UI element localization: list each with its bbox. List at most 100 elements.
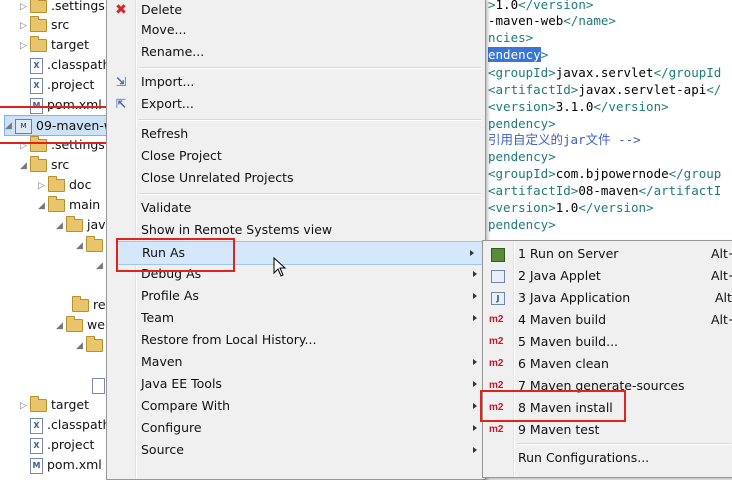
run-as-item-6-maven-clean[interactable]: m2 6 Maven clean [483, 353, 732, 375]
run-as-item-1-run-on-server[interactable]: 1 Run on Server Alt+ [483, 243, 732, 265]
highlight-box-run-as [116, 238, 235, 272]
project-explorer: ▷ .settings ▷ src ▷ target X .classpath X .pr… [0, 0, 110, 476]
menu-separator [139, 193, 481, 195]
xml-file-icon: X [30, 437, 43, 454]
code-line: <groupId>javax.servlet</groupId [488, 64, 721, 81]
menu-item-rename[interactable]: Rename... [107, 41, 485, 63]
run-as-item-9-maven-test[interactable]: m2 9 Maven test [483, 419, 732, 441]
expand-arrow-icon[interactable]: ▷ [20, 36, 30, 56]
run-as-item-3-java-application[interactable]: J 3 Java Application Alt [483, 287, 732, 309]
tree-item-project-2[interactable]: X .project [30, 435, 94, 455]
menu-separator [139, 119, 481, 121]
tree-item-settings[interactable]: ▷ .settings [20, 0, 105, 16]
code-token: 3.1.0 [555, 99, 594, 114]
menu-item-configure[interactable]: Configure [107, 417, 485, 439]
maven-m2-icon: m2 [489, 336, 504, 347]
menu-item-profile-as[interactable]: Profile As [107, 285, 485, 307]
run-as-item-5-maven-build[interactable]: m2 5 Maven build... [483, 331, 732, 353]
tree-item-project[interactable]: X .project [30, 75, 94, 95]
code-token: > [540, 47, 549, 62]
tree-item-main[interactable]: ◢ main [38, 195, 100, 215]
folder-icon [30, 0, 47, 13]
menu-item-compare-with[interactable]: Compare With [107, 395, 485, 417]
code-line: endency> [488, 46, 548, 63]
collapse-arrow-icon[interactable]: ◢ [56, 316, 66, 336]
run-as-item-2-java-applet[interactable]: 2 Java Applet Alt+ [483, 265, 732, 287]
tree-item-target[interactable]: ▷ target [20, 35, 89, 55]
code-line: <artifactId>08-maven</artifactI [488, 182, 721, 199]
menu-item-label: Refresh [141, 126, 189, 141]
java-application-icon: J [491, 292, 505, 305]
tree-item-classpath[interactable]: X .classpath [30, 55, 110, 75]
menu-separator [139, 67, 481, 69]
menu-item-team[interactable]: Team [107, 307, 485, 329]
menu-item-close-unrelated-projects[interactable]: Close Unrelated Projects [107, 167, 485, 189]
code-token: </version> [578, 200, 654, 215]
collapse-arrow-icon[interactable]: ◢ [76, 236, 86, 256]
menu-item-label: Close Project [141, 148, 222, 163]
highlight-box-maven-install [480, 390, 626, 422]
menu-item-close-project[interactable]: Close Project [107, 145, 485, 167]
tree-item-package[interactable]: ◢ [76, 235, 107, 255]
run-as-item-run-configurations[interactable]: Run Configurations... [483, 447, 732, 469]
mouse-cursor-icon [273, 257, 287, 277]
menu-item-restore-from-local-history[interactable]: Restore from Local History... [107, 329, 485, 351]
collapse-arrow-icon[interactable]: ◢ [38, 196, 48, 216]
menu-item-label: Compare With [141, 398, 231, 413]
menu-item-label: Java EE Tools [141, 376, 222, 391]
tree-item-src[interactable]: ▷ src [20, 15, 69, 35]
maven-m2-icon: m2 [489, 424, 504, 435]
code-line: -maven-web</name> [488, 12, 616, 29]
folder-icon [86, 336, 103, 352]
tree-item-webinf[interactable]: ◢ [76, 335, 107, 355]
run-as-item-label: Run Configurations... [518, 450, 650, 465]
code-token: </version> [518, 0, 594, 12]
code-line: pendency> [488, 216, 556, 233]
code-token: </groupId [653, 65, 722, 80]
tree-item-pom-2[interactable]: Mpom.xml [30, 455, 102, 475]
folder-icon [30, 156, 47, 172]
collapse-arrow-icon[interactable]: ◢ [56, 216, 66, 236]
menu-item-move[interactable]: Move... [107, 19, 485, 41]
code-token: <version> [488, 99, 556, 114]
menu-item-delete[interactable]: ✖ Delete [107, 0, 485, 21]
collapse-arrow-icon[interactable]: ◢ [76, 336, 86, 356]
code-token: > [488, 0, 496, 12]
tree-item-src-2[interactable]: ◢ src [20, 155, 69, 175]
code-line: <version>1.0</version> [488, 199, 654, 216]
menu-separator [517, 443, 731, 445]
menu-item-java-ee-tools[interactable]: Java EE Tools [107, 373, 485, 395]
run-as-item-4-maven-build[interactable]: m2 4 Maven build Alt+ [483, 309, 732, 331]
tree-item-classpath-2[interactable]: X .classpath [30, 415, 110, 435]
tree-item-java[interactable]: ◢java [56, 215, 110, 235]
submenu-arrow-icon [473, 447, 477, 453]
expand-arrow-icon[interactable]: ▷ [38, 176, 48, 196]
code-line: pendency> [488, 115, 556, 132]
expand-arrow-icon[interactable]: ▷ [20, 16, 30, 36]
folder-icon [86, 236, 103, 252]
menu-item-export[interactable]: ⇱ Export... [107, 93, 485, 115]
highlight-box-project [0, 106, 116, 144]
collapse-arrow-icon[interactable]: ◢ [20, 156, 30, 176]
code-token: endency [488, 47, 541, 62]
folder-icon [48, 176, 65, 192]
collapse-arrow-icon[interactable]: ◢ [96, 256, 106, 276]
tree-item-subpackage[interactable]: ◢ [96, 255, 106, 275]
submenu-arrow-icon [473, 271, 477, 277]
code-token: 1.0 [495, 0, 519, 12]
tree-item-resources[interactable]: resources [72, 295, 110, 315]
menu-item-import[interactable]: ⇲ Import... [107, 71, 485, 93]
xml-editor[interactable]: >1.0</version> -maven-web</name> ncies> end… [488, 0, 732, 240]
menu-item-maven[interactable]: Maven [107, 351, 485, 373]
shortcut-label: Alt+ [711, 246, 732, 261]
tree-item-doc[interactable]: ▷ doc [38, 175, 91, 195]
menu-item-validate[interactable]: Validate [107, 197, 485, 219]
tree-item-target-2[interactable]: ▷ target [20, 395, 89, 415]
menu-item-source[interactable]: Source [107, 439, 485, 461]
code-line: <groupId>com.bjpowernode</group [488, 165, 721, 182]
maven-m2-icon: m2 [489, 358, 504, 369]
menu-item-label: Restore from Local History... [141, 332, 317, 347]
menu-item-refresh[interactable]: Refresh [107, 123, 485, 145]
expand-arrow-icon[interactable]: ▷ [20, 396, 30, 416]
tree-item-webapp[interactable]: ◢webapp [56, 315, 110, 335]
